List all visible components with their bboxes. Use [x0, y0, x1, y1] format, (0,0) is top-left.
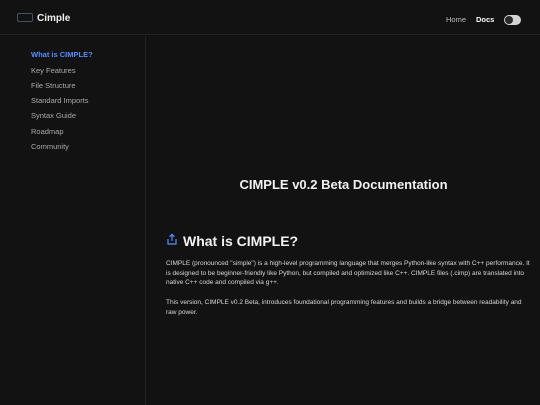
sidebar: What is CIMPLE? Key Features File Struct…	[0, 36, 146, 405]
sidebar-item-syntax-guide[interactable]: Syntax Guide	[31, 111, 76, 120]
intro-paragraph: CIMPLE (pronounced "simple") is a high-l…	[166, 260, 530, 287]
sidebar-item-file-structure[interactable]: File Structure	[31, 81, 76, 90]
brand-name[interactable]: Cimple	[37, 13, 70, 24]
section-heading: What is CIMPLE?	[183, 233, 299, 249]
sidebar-item-community[interactable]: Community	[31, 142, 69, 151]
theme-toggle[interactable]	[504, 15, 521, 25]
sidebar-item-what-is-cimple[interactable]: What is CIMPLE?	[31, 50, 93, 59]
sidebar-item-roadmap[interactable]: Roadmap	[31, 127, 64, 136]
main-content: CIMPLE v0.2 Beta Documentation What is C…	[147, 36, 540, 405]
logo-icon[interactable]	[17, 13, 33, 22]
page-title: CIMPLE v0.2 Beta Documentation	[239, 177, 448, 192]
sidebar-item-standard-imports[interactable]: Standard Imports	[31, 96, 89, 105]
top-header: Cimple Home Docs	[0, 0, 540, 35]
nav-home-link[interactable]: Home	[446, 15, 466, 24]
share-icon	[167, 233, 177, 245]
nav-docs-link[interactable]: Docs	[476, 15, 494, 24]
version-paragraph: This version, CIMPLE v0.2 Beta, introduc…	[166, 299, 522, 316]
toggle-knob	[505, 16, 513, 24]
sidebar-item-key-features[interactable]: Key Features	[31, 66, 76, 75]
